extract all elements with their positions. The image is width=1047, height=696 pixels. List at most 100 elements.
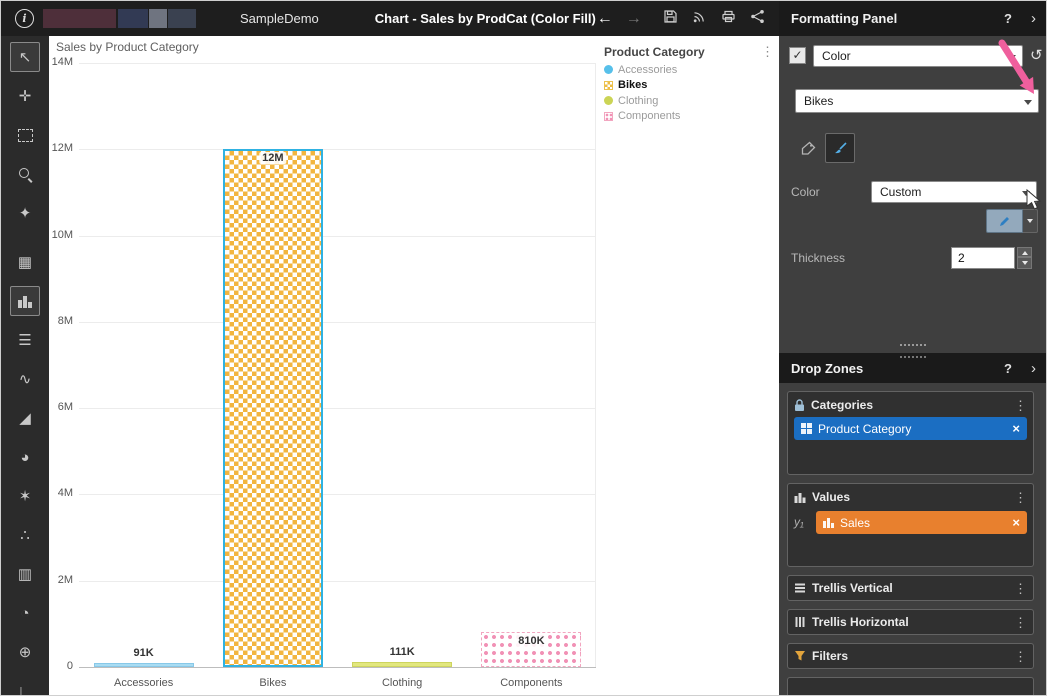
gridline (79, 149, 596, 150)
right-panel: Formatting Panel ? › ✓ Color ↺ Bikes Col… (779, 1, 1047, 696)
panel-splitter-handle[interactable] (900, 356, 926, 358)
help-icon[interactable]: ? (1004, 361, 1012, 376)
x-axis-label: Accessories (114, 677, 173, 689)
pill-sales[interactable]: Sales × (816, 511, 1027, 534)
panel-splitter-handle[interactable] (900, 344, 926, 346)
area-chart-icon[interactable]: ◢ (10, 403, 40, 433)
titlebar: i SampleDemo Chart - Sales by ProdCat (C… (1, 1, 779, 36)
legend-item-clothing[interactable]: Clothing (604, 95, 776, 107)
dropdown-chevron-icon[interactable] (1024, 100, 1032, 109)
color-style-select[interactable]: Custom (871, 181, 1037, 203)
legend-item-bikes[interactable]: Bikes (604, 79, 776, 91)
scatter-plot-icon[interactable]: ∴ (10, 520, 40, 550)
print-button[interactable] (720, 9, 738, 29)
bar-chart-icon[interactable] (10, 286, 40, 316)
point-select-tool-icon[interactable]: ✦ (10, 198, 40, 228)
plot-area[interactable]: 91KAccessories12MBikes111KClothing810KCo… (79, 63, 596, 668)
legend-label: Clothing (618, 95, 658, 107)
drop-zone-filters[interactable]: Filters ⋮ (787, 643, 1034, 669)
collapse-panel-icon[interactable]: › (1031, 10, 1036, 27)
spinner-down-icon[interactable] (1017, 257, 1032, 269)
dropdown-chevron-icon[interactable] (1008, 55, 1016, 64)
property-select-value: Color (822, 49, 851, 63)
drop-zone-trellis-horizontal[interactable]: Trellis Horizontal ⋮ (787, 609, 1034, 635)
legend-item-accessories[interactable]: Accessories (604, 64, 776, 76)
star-plot-icon[interactable]: ✶ (10, 481, 40, 511)
thickness-spinner[interactable] (1017, 247, 1032, 269)
legend-swatch-clothing (604, 96, 613, 105)
brush-icon (833, 141, 848, 156)
kebab-menu-icon[interactable]: ⋮ (1014, 582, 1027, 595)
broadcast-button[interactable] (691, 9, 709, 29)
kebab-menu-icon[interactable]: ⋮ (1014, 650, 1027, 663)
legend-swatch-accessories (604, 65, 613, 74)
help-icon[interactable]: ? (1004, 11, 1012, 26)
pie-chart-icon[interactable]: ◕ (10, 442, 40, 472)
thickness-input[interactable] (951, 247, 1015, 269)
back-button[interactable]: ← (596, 10, 614, 28)
remove-pill-icon[interactable]: × (1012, 515, 1020, 530)
kebab-menu-icon[interactable]: ⋮ (1014, 491, 1027, 504)
funnel-icon (794, 650, 806, 662)
line-chart-icon[interactable]: ∿ (10, 364, 40, 394)
pointer-tool-icon[interactable]: ↖ (10, 42, 40, 72)
bar-clothing[interactable] (352, 662, 452, 667)
color-style-value: Custom (880, 185, 921, 199)
chart-title: Sales by Product Category (56, 40, 199, 54)
spinner-up-icon[interactable] (1017, 247, 1032, 257)
bar-bikes[interactable] (223, 149, 323, 667)
legend-swatch-bikes (604, 81, 613, 90)
gridline (79, 494, 596, 495)
kebab-menu-icon[interactable]: ⋮ (1014, 399, 1027, 412)
x-axis-label: Bikes (259, 677, 286, 689)
series-select[interactable]: Bikes (795, 89, 1039, 113)
redacted-block (43, 9, 116, 28)
table-icon[interactable]: ▦ (10, 247, 40, 277)
row-chart-icon[interactable]: ☰ (10, 325, 40, 355)
color-edit-button[interactable] (986, 209, 1023, 233)
dropdown-chevron-icon[interactable] (1022, 191, 1030, 200)
share-button[interactable] (749, 9, 767, 29)
kebab-menu-icon[interactable]: ⋮ (1014, 616, 1027, 629)
tag-icon (801, 141, 816, 156)
y-tick-label: 6M (47, 401, 73, 413)
color-edit-dropdown[interactable] (1023, 209, 1038, 233)
radial-chart-icon[interactable]: ◔ (10, 598, 40, 628)
property-select[interactable]: Color (813, 45, 1023, 67)
tab-fill-style[interactable] (793, 133, 823, 163)
remove-pill-icon[interactable]: × (1012, 421, 1020, 436)
collapse-panel-icon[interactable]: › (1031, 360, 1036, 377)
drop-zone-section-partial[interactable] (787, 677, 1034, 696)
zoom-select-tool-icon[interactable] (10, 159, 40, 189)
drop-zone-values[interactable]: Values ⋮ y₁ Sales × (787, 483, 1034, 567)
enable-checkbox[interactable]: ✓ (789, 47, 806, 64)
y-tick-label: 14M (47, 56, 73, 68)
trellis-vertical-title: Trellis Vertical (812, 581, 893, 595)
tab-border-style[interactable] (825, 133, 855, 163)
bar-value-label: 111K (387, 646, 418, 658)
tool-sidebar: ↖ ✛ ✦ ▦ ☰ ∿ ◢ ◕ ✶ ∴ ▥ ◔ ⊕ ∟ (1, 36, 49, 696)
trellis-horizontal-icon (794, 616, 806, 628)
pill-product-category[interactable]: Product Category × (794, 417, 1027, 440)
axes-icon[interactable]: ∟ (10, 676, 40, 696)
values-title: Values (812, 490, 850, 504)
bar-accessories[interactable] (94, 663, 194, 667)
save-button[interactable] (662, 9, 680, 29)
legend-menu-icon[interactable]: ⋮ (761, 44, 776, 60)
color-label: Color (791, 185, 820, 199)
pan-tool-icon[interactable]: ✛ (10, 81, 40, 111)
y-tick-label: 8M (47, 315, 73, 327)
forward-button[interactable]: → (625, 10, 643, 28)
marquee-select-tool-icon[interactable] (10, 120, 40, 150)
reset-icon[interactable]: ↺ (1030, 46, 1043, 64)
info-icon[interactable]: i (15, 9, 34, 28)
x-axis-label: Components (500, 677, 562, 689)
trellis-vertical-icon (794, 582, 806, 594)
drop-zone-trellis-vertical[interactable]: Trellis Vertical ⋮ (787, 575, 1034, 601)
treemap-icon[interactable]: ▥ (10, 559, 40, 589)
legend-item-components[interactable]: Components (604, 110, 776, 122)
gridline (79, 322, 596, 323)
map-icon[interactable]: ⊕ (10, 637, 40, 667)
drop-zone-categories[interactable]: Categories ⋮ Product Category × (787, 391, 1034, 475)
categories-title: Categories (811, 398, 873, 412)
